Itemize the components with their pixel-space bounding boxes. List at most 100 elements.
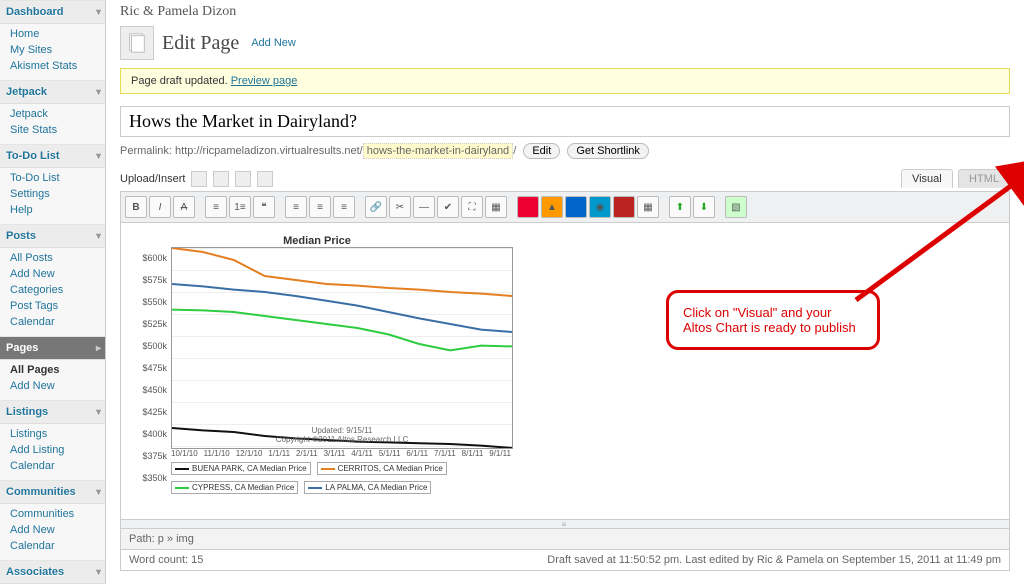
permalink-label: Permalink: [120,145,172,157]
editor-content-area[interactable]: Median Price $600k$575k$550k$525k$500k$4… [120,223,1010,520]
plugin-icon-5[interactable] [613,196,635,218]
add-new-button[interactable]: Add New [251,37,296,49]
get-shortlink-button[interactable]: Get Shortlink [567,143,649,159]
align-right-button[interactable]: ≡ [333,196,355,218]
chevron-right-icon: ▸ [96,343,101,354]
spellcheck-button[interactable]: ✔ [437,196,459,218]
add-video-icon[interactable] [213,171,229,187]
sidebar-item-allposts[interactable]: All Posts [8,250,105,266]
chevron-down-icon: ▾ [96,7,101,18]
sidebar-item-help[interactable]: Help [8,202,105,218]
main-content: Ric & Pamela Dizon Edit Page Add New Pag… [106,0,1024,584]
update-notice: Page draft updated. Preview page [120,68,1010,94]
sidebar-group-posts[interactable]: Posts ▾ [0,224,105,248]
add-image-icon[interactable] [191,171,207,187]
bold-button[interactable]: B [125,196,147,218]
sidebar-group-label: To-Do List [6,150,60,162]
admin-sidebar: Dashboard ▾ Home My Sites Akismet Stats … [0,0,106,584]
sidebar-item-allpages[interactable]: All Pages [8,362,105,378]
sidebar-item-jetpack[interactable]: Jetpack [8,106,105,122]
sidebar-item-calendar[interactable]: Calendar [8,458,105,474]
annotation-text: Click on "Visual" and your Altos Chart i… [683,305,856,335]
sidebar-group-label: Dashboard [6,6,63,18]
ul-button[interactable]: ≡ [205,196,227,218]
altos-chart: Median Price $600k$575k$550k$525k$500k$4… [137,235,497,494]
chart-updated: Updated: 9/15/11 [172,426,512,435]
sidebar-group-label: Posts [6,230,36,242]
chevron-down-icon: ▾ [96,407,101,418]
sidebar-group-label: Associates [6,566,64,578]
sidebar-item-communities[interactable]: Communities [8,506,105,522]
plugin-icon-2[interactable]: ▲ [541,196,563,218]
sidebar-item-addnew[interactable]: Add New [8,266,105,282]
plugin-icon-7[interactable]: ⬆ [669,196,691,218]
unlink-button[interactable]: ✂ [389,196,411,218]
sidebar-group-jetpack[interactable]: Jetpack ▾ [0,80,105,104]
tab-visual[interactable]: Visual [901,169,953,188]
chevron-down-icon: ▾ [96,487,101,498]
edit-slug-button[interactable]: Edit [523,143,560,159]
page-title-input[interactable] [120,106,1010,137]
autosave-status: Draft saved at 11:50:52 pm. Last edited … [547,554,1001,566]
plugin-icon-6[interactable]: ▦ [637,196,659,218]
sidebar-item-akismet[interactable]: Akismet Stats [8,58,105,74]
plugin-icon-8[interactable]: ⬇ [693,196,715,218]
sidebar-group-todo[interactable]: To-Do List ▾ [0,144,105,168]
chart-copyright: Copyright ©2011 Altos Research LLC [172,435,512,444]
preview-page-link[interactable]: Preview page [231,75,298,87]
sidebar-group-label: Listings [6,406,48,418]
sidebar-item-todolist[interactable]: To-Do List [8,170,105,186]
plugin-icon-3[interactable] [565,196,587,218]
sidebar-group-pages[interactable]: Pages ▸ [0,336,105,360]
chevron-down-icon: ▾ [96,231,101,242]
sidebar-group-listings[interactable]: Listings ▾ [0,400,105,424]
chevron-down-icon: ▾ [96,151,101,162]
editor-resize-handle[interactable]: ≡ [120,520,1010,529]
upload-insert-label: Upload/Insert [120,173,185,185]
plugin-icon-4[interactable]: ◉ [589,196,611,218]
chevron-down-icon: ▾ [96,567,101,578]
editor-mode-tabs: Visual HTML [899,169,1010,188]
sidebar-item-settings[interactable]: Settings [8,186,105,202]
kitchen-sink-button[interactable]: ▦ [485,196,507,218]
sidebar-group-dashboard[interactable]: Dashboard ▾ [0,0,105,24]
permalink-slug[interactable]: hows-the-market-in-dairyland [363,143,513,159]
plugin-icon-1[interactable] [517,196,539,218]
sidebar-item-mysites[interactable]: My Sites [8,42,105,58]
sidebar-item-calendar[interactable]: Calendar [8,538,105,554]
add-media-icon[interactable] [257,171,273,187]
quote-button[interactable]: ❝ [253,196,275,218]
annotation-callout: Click on "Visual" and your Altos Chart i… [666,290,880,350]
ol-button[interactable]: 1≡ [229,196,251,218]
more-button[interactable]: — [413,196,435,218]
sidebar-item-home[interactable]: Home [8,26,105,42]
link-button[interactable]: 🔗 [365,196,387,218]
plugin-icon-9[interactable]: ▧ [725,196,747,218]
sidebar-group-communities[interactable]: Communities ▾ [0,480,105,504]
sidebar-item-addlisting[interactable]: Add Listing [8,442,105,458]
sidebar-item-sitestats[interactable]: Site Stats [8,122,105,138]
site-title[interactable]: Ric & Pamela Dizon [120,0,1010,24]
sidebar-group-label: Pages [6,342,38,354]
fullscreen-button[interactable]: ⛶ [461,196,483,218]
sidebar-item-posttags[interactable]: Post Tags [8,298,105,314]
editor-path: Path: p » img [129,533,194,545]
sidebar-item-addnew[interactable]: Add New [8,378,105,394]
sidebar-item-calendar[interactable]: Calendar [8,314,105,330]
page-heading: Edit Page [162,32,239,55]
chevron-down-icon: ▾ [96,87,101,98]
sidebar-group-label: Jetpack [6,86,47,98]
strike-button[interactable]: A [173,196,195,218]
align-left-button[interactable]: ≡ [285,196,307,218]
sidebar-group-associates[interactable]: Associates ▾ [0,560,105,584]
sidebar-item-categories[interactable]: Categories [8,282,105,298]
notice-text: Page draft updated. [131,75,231,87]
tab-html[interactable]: HTML [958,169,1010,188]
sidebar-item-listings[interactable]: Listings [8,426,105,442]
add-audio-icon[interactable] [235,171,251,187]
word-count: 15 [191,554,203,566]
italic-button[interactable]: I [149,196,171,218]
editor-toolbar: B I A ≡ 1≡ ❝ ≡ ≡ ≡ 🔗 ✂ — ✔ ⛶ ▦ ▲ ◉ ▦ [120,191,1010,223]
align-center-button[interactable]: ≡ [309,196,331,218]
sidebar-item-addnew[interactable]: Add New [8,522,105,538]
